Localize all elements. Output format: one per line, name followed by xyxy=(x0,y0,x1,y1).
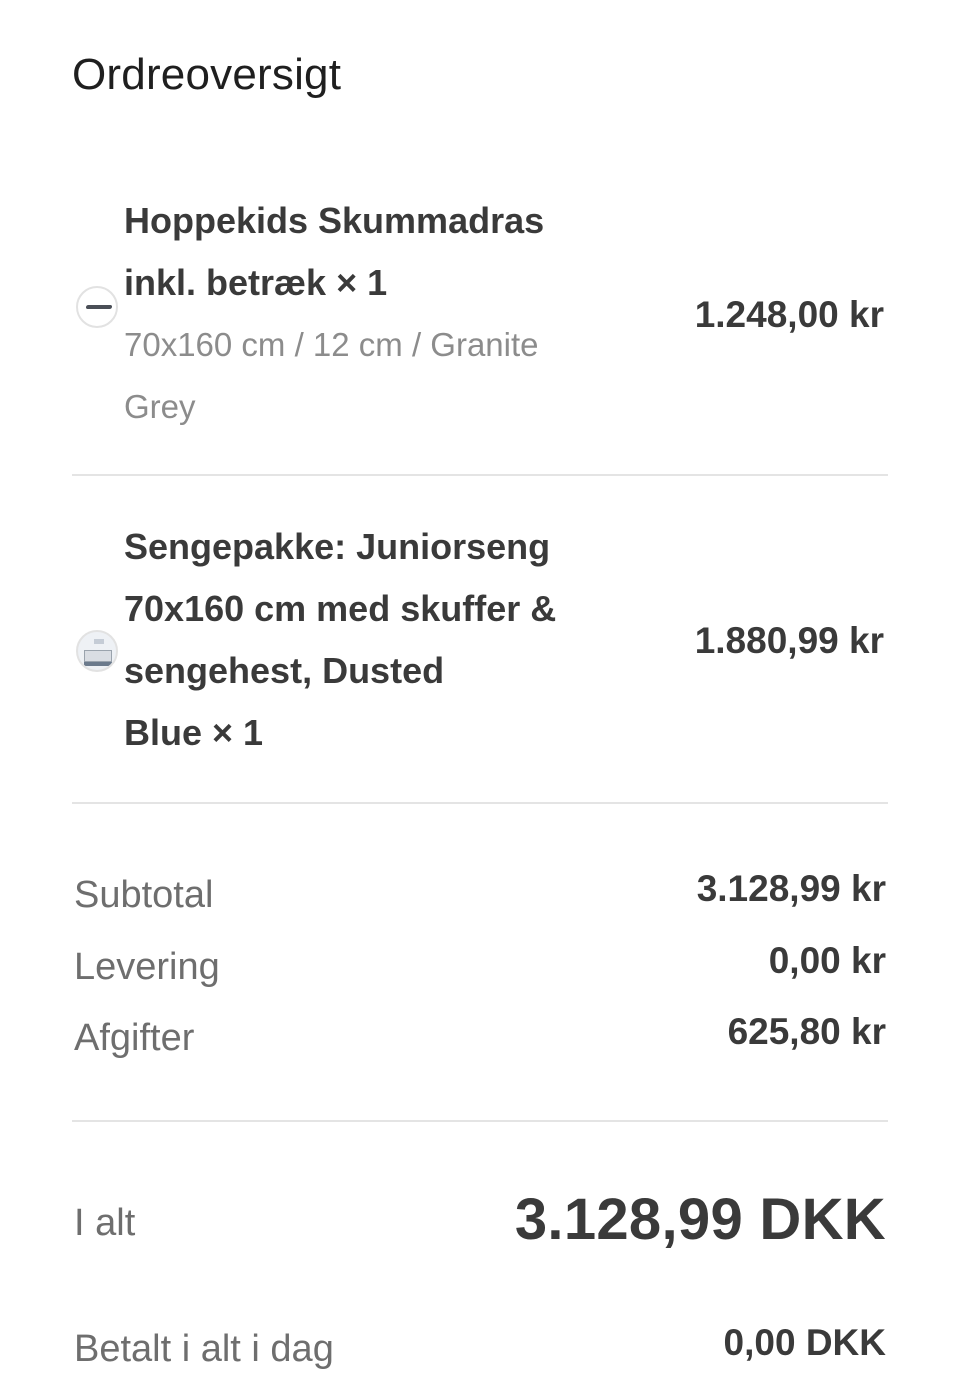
taxes-row: Afgifter 625,80 kr xyxy=(72,1011,888,1067)
subtotal-row: Subtotal 3.128,99 kr xyxy=(72,868,888,924)
divider xyxy=(72,474,888,476)
bed-headboard-shape xyxy=(94,639,104,644)
shipping-value: 0,00 kr xyxy=(768,940,886,981)
bed-drawer-shape xyxy=(84,662,112,666)
line-item-text: Hoppekids Skummadras inkl. betræk × 1 70… xyxy=(124,190,634,438)
subtotal-label: Subtotal xyxy=(74,874,214,916)
total-label: I alt xyxy=(74,1202,136,1244)
taxes-value: 625,80 kr xyxy=(727,1011,886,1052)
line-item-bed-package: Sengepakke: Juniorseng 70x160 cm med sku… xyxy=(72,516,888,766)
total-value: 3.128,99 DKK xyxy=(514,1187,886,1252)
item-price: 1.880,99 kr xyxy=(694,620,884,661)
item-name-line: Blue × 1 xyxy=(124,712,264,753)
subtotal-value: 3.128,99 kr xyxy=(696,868,886,909)
paid-today-value: 0,00 DKK xyxy=(723,1322,886,1363)
item-variant-line: Grey xyxy=(124,388,196,425)
shipping-row: Levering 0,00 kr xyxy=(72,940,888,996)
order-summary-page: Ordreoversigt Hoppekids Skummadras inkl.… xyxy=(0,0,960,1399)
item-variant-line: 70x160 cm / 12 cm / Granite xyxy=(124,326,539,363)
bed-frame-shape xyxy=(84,650,112,662)
taxes-label: Afgifter xyxy=(74,1017,195,1059)
mattress-thumbnail xyxy=(76,286,118,328)
paid-today-label: Betalt i alt i dag xyxy=(74,1328,334,1370)
item-name-line: sengehest, Dusted xyxy=(124,650,445,691)
bed-thumbnail xyxy=(76,630,118,672)
shipping-label: Levering xyxy=(74,946,220,988)
line-item-text: Sengepakke: Juniorseng 70x160 cm med sku… xyxy=(124,516,634,764)
divider xyxy=(72,1120,888,1122)
page-title: Ordreoversigt xyxy=(72,50,342,99)
item-name-line: Sengepakke: Juniorseng xyxy=(124,526,551,567)
item-price: 1.248,00 kr xyxy=(694,294,884,335)
item-name-line: 70x160 cm med skuffer & xyxy=(124,588,557,629)
mattress-shape xyxy=(85,305,113,309)
item-name-line: Hoppekids Skummadras xyxy=(124,200,545,241)
divider xyxy=(72,802,888,804)
line-item-mattress: Hoppekids Skummadras inkl. betræk × 1 70… xyxy=(72,190,888,440)
item-name-line: inkl. betræk × 1 xyxy=(124,262,388,303)
